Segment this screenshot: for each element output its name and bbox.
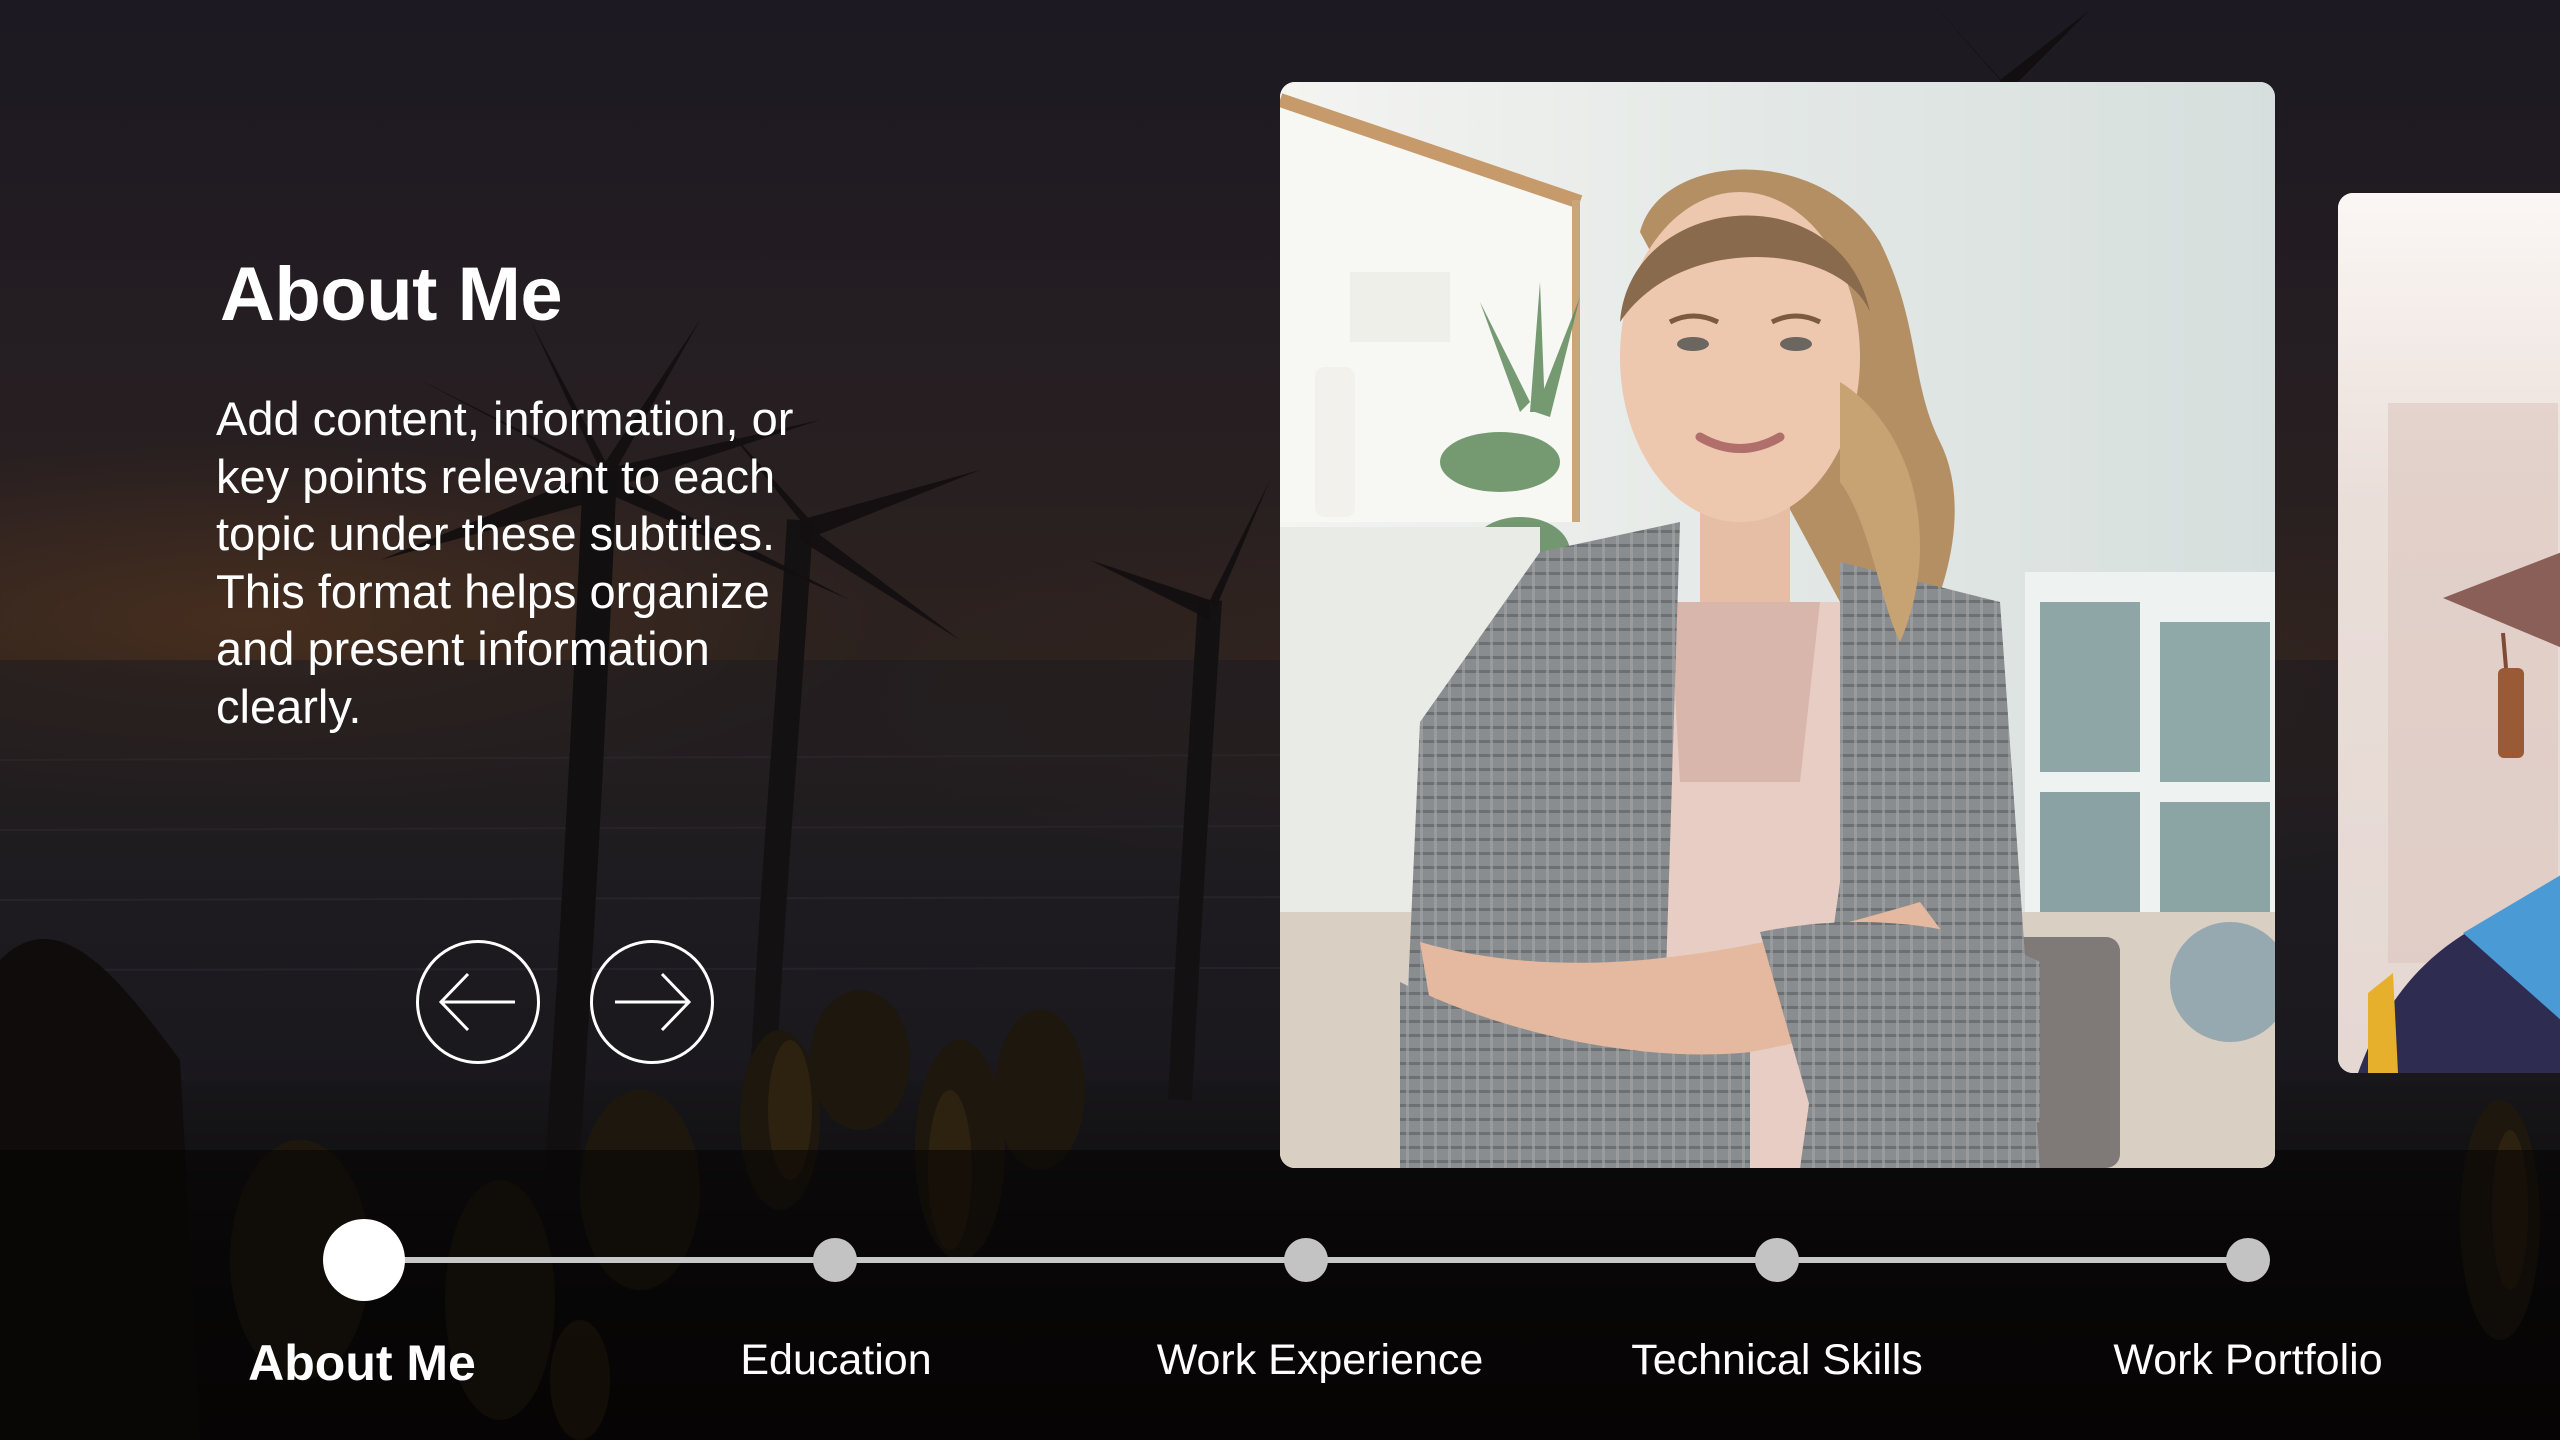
timeline-label-education[interactable]: Education <box>740 1330 931 1390</box>
description-line: clearly. <box>216 679 362 733</box>
section-description: Add content, information, or key points … <box>216 390 916 736</box>
timeline-label-technical-skills[interactable]: Technical Skills <box>1631 1330 1923 1390</box>
timeline-dot-about-me[interactable] <box>323 1219 405 1301</box>
timeline-dot-education[interactable] <box>813 1238 857 1282</box>
description-line: key points relevant to each <box>216 449 776 503</box>
timeline-dot-work-portfolio[interactable] <box>2226 1238 2270 1282</box>
description-line: This format helps organize <box>216 564 770 618</box>
section-title: About Me <box>220 252 563 337</box>
portrait-photo <box>1280 82 2275 1168</box>
previous-button[interactable] <box>416 940 540 1064</box>
arrow-right-icon <box>615 972 692 1032</box>
timeline-dot-work-experience[interactable] <box>1284 1238 1328 1282</box>
slide: About Me Add content, information, or ke… <box>0 0 2560 1440</box>
arrow-left-icon <box>438 972 515 1032</box>
description-line: and present information <box>216 622 710 676</box>
graduation-photo-card[interactable] <box>2338 193 2560 1073</box>
timeline-label-about-me[interactable]: About Me <box>248 1333 476 1393</box>
next-button[interactable] <box>590 940 714 1064</box>
timeline-dot-technical-skills[interactable] <box>1755 1238 1799 1282</box>
timeline-label-work-experience[interactable]: Work Experience <box>1157 1330 1484 1390</box>
description-line: topic under these subtitles. <box>216 507 776 561</box>
graduation-photo <box>2338 193 2560 1073</box>
portrait-photo-card <box>1280 82 2275 1168</box>
description-line: Add content, information, or <box>216 392 794 445</box>
timeline-label-work-portfolio[interactable]: Work Portfolio <box>2113 1330 2382 1390</box>
